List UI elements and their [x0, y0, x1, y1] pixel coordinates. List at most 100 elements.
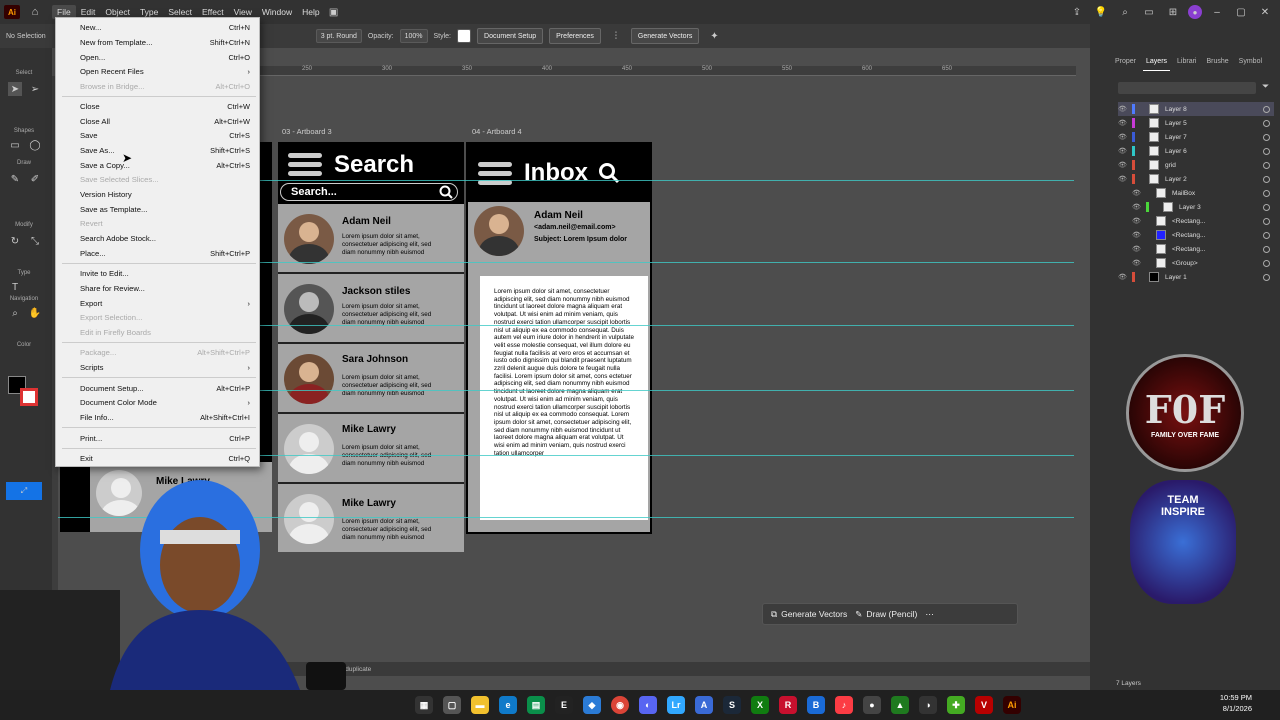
chrome-icon[interactable]: ◉: [611, 696, 629, 714]
brush-tool-icon[interactable]: ✐: [28, 172, 42, 186]
search-icon[interactable]: [439, 185, 453, 199]
menu-item-new-from-template[interactable]: New from Template... Shift+Ctrl+N: [80, 38, 250, 47]
layer-row[interactable]: 👁 Layer 1: [1118, 270, 1274, 284]
arrange-documents-icon[interactable]: ▣: [325, 4, 343, 20]
stroke-profile-select[interactable]: 3 pt. Round: [315, 29, 362, 43]
app-icon[interactable]: ●: [863, 696, 881, 714]
layer-row[interactable]: 👁 <Group>: [1118, 256, 1274, 270]
close-icon[interactable]: ✕: [1256, 4, 1274, 20]
generate-vectors-action[interactable]: ⧉ Generate Vectors: [771, 609, 847, 620]
visibility-icon[interactable]: 👁: [1118, 133, 1132, 141]
minimize-icon[interactable]: –: [1208, 4, 1226, 20]
app-icon[interactable]: ◑: [919, 696, 937, 714]
draw-pencil-action[interactable]: ✎ Draw (Pencil): [855, 609, 917, 620]
selection-tool-icon[interactable]: ➤: [8, 82, 22, 96]
scale-tool-icon[interactable]: ⤡: [28, 234, 42, 248]
app-icon[interactable]: ▲: [891, 696, 909, 714]
layer-row[interactable]: 👁 <Rectang...: [1118, 242, 1274, 256]
visibility-icon[interactable]: 👁: [1118, 147, 1132, 155]
pencil-tool-icon[interactable]: ✎: [8, 172, 22, 186]
layer-row[interactable]: 👁 Layer 7: [1118, 130, 1274, 144]
menu-item-place[interactable]: Place... Shift+Ctrl+P: [80, 249, 250, 258]
layer-row[interactable]: 👁 MailBox: [1118, 186, 1274, 200]
file-explorer-icon[interactable]: ▬: [471, 696, 489, 714]
visibility-icon[interactable]: 👁: [1118, 119, 1132, 127]
app-icon[interactable]: B: [807, 696, 825, 714]
opacity-input[interactable]: 100%: [399, 29, 428, 43]
contact-row[interactable]: Adam Neil Lorem ipsum dolor sit amet, co…: [278, 206, 464, 274]
workspace-icon[interactable]: ▭: [1140, 4, 1158, 20]
visibility-icon[interactable]: 👁: [1132, 259, 1146, 267]
discord-icon[interactable]: ◐: [639, 696, 657, 714]
menu-item-save-as[interactable]: Save As... Shift+Ctrl+S: [80, 146, 250, 155]
system-clock[interactable]: 10:59 PM 8/1/2026: [1220, 692, 1252, 714]
menu-item-open[interactable]: Open... Ctrl+O: [80, 53, 250, 62]
align-icon[interactable]: ⫶: [607, 28, 625, 44]
layer-row[interactable]: 👁 Layer 6: [1118, 144, 1274, 158]
style-swatch[interactable]: [457, 29, 472, 43]
layer-row[interactable]: 👁 Layer 3: [1118, 200, 1274, 214]
start-icon[interactable]: ▦: [415, 696, 433, 714]
layer-row[interactable]: 👁 <Rectang...: [1118, 228, 1274, 242]
menu-item-close-all[interactable]: Close All Alt+Ctrl+W: [80, 117, 250, 126]
share-icon[interactable]: ⇪: [1068, 4, 1086, 20]
contact-row[interactable]: Sara Johnson Lorem ipsum dolor sit amet,…: [278, 346, 464, 414]
tab-libraries[interactable]: Librari: [1174, 57, 1199, 71]
menu-item-save-template[interactable]: Save as Template...: [80, 205, 250, 214]
menu-item-search-stock[interactable]: Search Adobe Stock...: [80, 234, 250, 243]
menu-item-print[interactable]: Print... Ctrl+P: [80, 434, 250, 443]
layer-row[interactable]: 👁 Layer 8: [1118, 102, 1274, 116]
hand-tool-icon[interactable]: ✋: [28, 306, 42, 320]
steam-icon[interactable]: S: [723, 696, 741, 714]
visibility-icon[interactable]: 👁: [1118, 273, 1132, 281]
rockstar-icon[interactable]: R: [779, 696, 797, 714]
visibility-icon[interactable]: 👁: [1132, 217, 1146, 225]
visibility-icon[interactable]: 👁: [1132, 203, 1146, 211]
ellipse-tool-icon[interactable]: ◯: [28, 138, 42, 152]
menu-item-version-history[interactable]: Version History: [80, 190, 250, 199]
contact-row[interactable]: Jackson stiles Lorem ipsum dolor sit ame…: [278, 276, 464, 344]
preferences-button[interactable]: Preferences: [549, 28, 601, 44]
epic-games-icon[interactable]: E: [555, 696, 573, 714]
hamburger-menu-icon[interactable]: [288, 152, 322, 176]
store-icon[interactable]: ◆: [583, 696, 601, 714]
tab-brushes[interactable]: Brushe: [1203, 57, 1231, 71]
pin-icon[interactable]: ✦: [705, 28, 723, 44]
excel-icon[interactable]: ▤: [527, 696, 545, 714]
more-options-icon[interactable]: ⋯: [925, 609, 934, 620]
maximize-icon[interactable]: ▢: [1232, 4, 1250, 20]
apps-grid-icon[interactable]: ⊞: [1164, 4, 1182, 20]
artboard-4[interactable]: Inbox Adam Neil <adam.neil@email.com> Su…: [466, 142, 652, 534]
layer-row[interactable]: 👁 Layer 2: [1118, 172, 1274, 186]
app-icon[interactable]: V: [975, 696, 993, 714]
menu-item-document-setup[interactable]: Document Setup... Alt+Ctrl+P: [80, 384, 250, 393]
type-tool-icon[interactable]: T: [8, 280, 22, 294]
tab-properties[interactable]: Proper: [1112, 57, 1139, 71]
visibility-icon[interactable]: 👁: [1132, 231, 1146, 239]
search-input[interactable]: Search...: [280, 183, 458, 201]
document-setup-button[interactable]: Document Setup: [477, 28, 544, 44]
menu-item-document-color-mode[interactable]: Document Color Mode ›: [80, 398, 250, 407]
menu-item-share-review[interactable]: Share for Review...: [80, 284, 250, 293]
menu-item-export[interactable]: Export ›: [80, 299, 250, 308]
visibility-icon[interactable]: 👁: [1132, 245, 1146, 253]
layer-row[interactable]: 👁 Layer 5: [1118, 116, 1274, 130]
layers-search-input[interactable]: [1118, 82, 1256, 94]
music-icon[interactable]: ♪: [835, 696, 853, 714]
menu-item-file-info[interactable]: File Info... Alt+Shift+Ctrl+I: [80, 413, 250, 422]
stroke-swatch[interactable]: [20, 388, 38, 406]
menu-item-open-recent[interactable]: Open Recent Files ›: [80, 67, 250, 76]
hamburger-menu-icon[interactable]: [478, 161, 512, 185]
visibility-icon[interactable]: 👁: [1118, 105, 1132, 113]
direct-selection-tool-icon[interactable]: ➢: [28, 82, 42, 96]
visibility-icon[interactable]: 👁: [1118, 175, 1132, 183]
lightroom-icon[interactable]: Lr: [667, 696, 685, 714]
menu-item-save-copy[interactable]: Save a Copy... Alt+Ctrl+S: [80, 161, 250, 170]
generate-vectors-button[interactable]: Generate Vectors: [630, 28, 700, 44]
search-icon[interactable]: ⌕: [1116, 4, 1134, 20]
task-view-icon[interactable]: ▢: [443, 696, 461, 714]
app-icon[interactable]: A: [695, 696, 713, 714]
filter-icon[interactable]: ⏷: [1262, 81, 1269, 92]
menu-help[interactable]: Help: [297, 5, 324, 19]
edge-icon[interactable]: e: [499, 696, 517, 714]
